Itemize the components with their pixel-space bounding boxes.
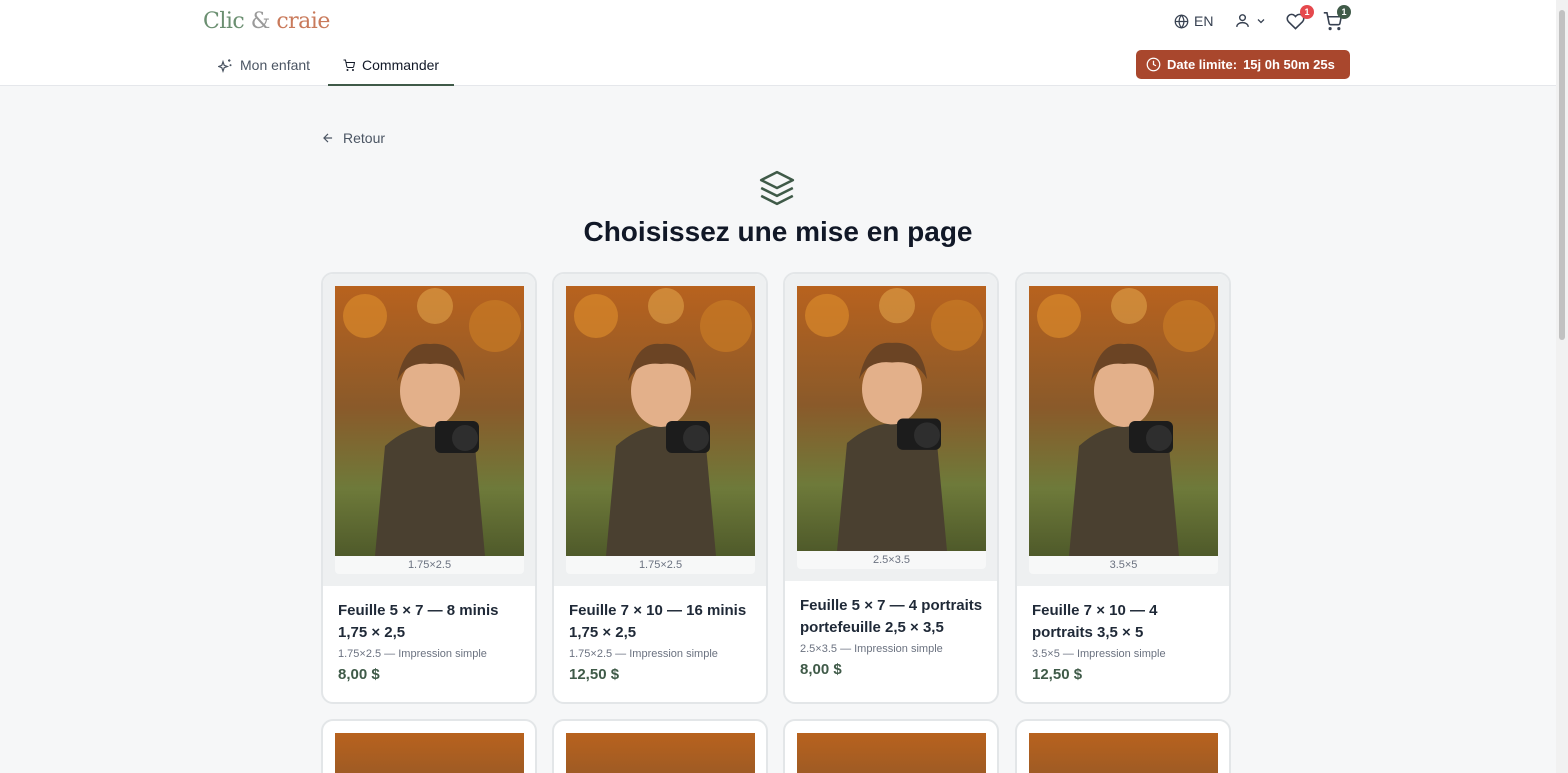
layout-card[interactable]: 2.5×3.5 Feuille 5 × 7 — 4 portraits port…	[783, 272, 999, 704]
deadline-label: Date limite:	[1167, 57, 1238, 72]
layout-card[interactable]	[783, 719, 999, 773]
layout-card[interactable]	[552, 719, 768, 773]
size-tag: 3.5×5	[1029, 556, 1218, 574]
arrow-left-icon	[323, 133, 333, 143]
size-tag: 2.5×3.5	[797, 551, 986, 569]
card-subtitle: 3.5×5 — Impression simple	[1032, 648, 1166, 660]
tab-commander[interactable]: Commander	[328, 44, 455, 86]
scrollbar-thumb[interactable]	[1559, 10, 1565, 340]
page-title: Choisissez une mise en page	[583, 216, 973, 247]
card-subtitle: 1.75×2.5 — Impression simple	[569, 648, 718, 660]
deadline-countdown: 15j 0h 50m 25s	[1243, 57, 1335, 72]
preview-photo	[797, 286, 986, 551]
deadline-badge: Date limite: 15j 0h 50m 25s	[1136, 50, 1350, 79]
card-info: Feuille 7 × 10 — 4 portraits 3,5 × 5 3.5…	[1032, 600, 1217, 683]
top-header: Clic & craie EN 1 1 Mon enfant Commander	[0, 0, 1556, 86]
layout-card[interactable]	[321, 719, 537, 773]
card-subtitle: 2.5×3.5 — Impression simple	[800, 643, 943, 655]
card-title: Feuille 5 × 7 — 8 minis 1,75 × 2,5	[338, 602, 499, 641]
preview-photo	[797, 733, 986, 773]
card-title: Feuille 7 × 10 — 4 portraits 3,5 × 5	[1032, 602, 1158, 641]
card-info: Feuille 5 × 7 — 4 portraits portefeuille…	[800, 595, 985, 678]
card-info: Feuille 5 × 7 — 8 minis 1,75 × 2,5 1.75×…	[338, 600, 523, 683]
preview-photo	[1029, 733, 1218, 773]
sparkles-icon	[218, 58, 232, 73]
layout-card[interactable]: 1.75×2.5 Feuille 7 × 10 — 16 minis 1,75 …	[552, 272, 768, 704]
layout-card[interactable]: 3.5×5 Feuille 7 × 10 — 4 portraits 3,5 ×…	[1015, 272, 1231, 704]
card-title: Feuille 5 × 7 — 4 portraits portefeuille…	[800, 597, 983, 636]
cart-icon	[343, 59, 356, 71]
globe-icon	[1174, 13, 1189, 29]
preview-photo	[335, 733, 524, 773]
logo-text-1: Clic	[203, 9, 245, 34]
favorites-button[interactable]: 1	[1286, 5, 1314, 36]
layers-icon	[758, 169, 796, 212]
size-tag: 1.75×2.5	[566, 556, 755, 574]
card-info: Feuille 7 × 10 — 16 minis 1,75 × 2,5 1.7…	[569, 600, 754, 683]
cart-badge: 1	[1337, 5, 1351, 19]
page-scrollbar[interactable]	[1556, 0, 1568, 773]
logo-amp: &	[250, 9, 271, 34]
preview-photo	[566, 286, 755, 556]
layout-card[interactable]: 1.75×2.5 Feuille 5 × 7 — 8 minis 1,75 × …	[321, 272, 537, 704]
language-label: EN	[1194, 13, 1214, 29]
back-label: Retour	[343, 130, 386, 146]
main-nav: Mon enfant Commander	[203, 44, 455, 86]
preview-photo	[1029, 286, 1218, 556]
account-menu[interactable]	[1234, 12, 1267, 29]
card-price: 8,00 $	[338, 666, 380, 683]
tab-label: Commander	[362, 57, 440, 73]
back-link[interactable]: Retour	[321, 130, 385, 146]
size-tag: 1.75×2.5	[335, 556, 524, 574]
logo-text-2: craie	[276, 9, 330, 34]
site-logo[interactable]: Clic & craie	[203, 9, 330, 34]
chevron-down-icon	[1257, 18, 1265, 23]
cart-button[interactable]: 1	[1323, 5, 1351, 36]
clock-icon	[1146, 57, 1161, 72]
tab-mon-enfant[interactable]: Mon enfant	[203, 44, 325, 86]
user-icon	[1236, 14, 1249, 27]
tab-label: Mon enfant	[240, 57, 311, 73]
card-price: 12,50 $	[569, 666, 620, 683]
layout-card[interactable]	[1015, 719, 1231, 773]
favorites-badge: 1	[1300, 5, 1314, 19]
card-title: Feuille 7 × 10 — 16 minis 1,75 × 2,5	[569, 602, 747, 641]
language-switcher[interactable]: EN	[1174, 13, 1213, 29]
preview-photo	[335, 286, 524, 556]
card-price: 12,50 $	[1032, 666, 1083, 683]
card-price: 8,00 $	[800, 661, 842, 678]
card-subtitle: 1.75×2.5 — Impression simple	[338, 648, 487, 660]
preview-photo	[566, 733, 755, 773]
